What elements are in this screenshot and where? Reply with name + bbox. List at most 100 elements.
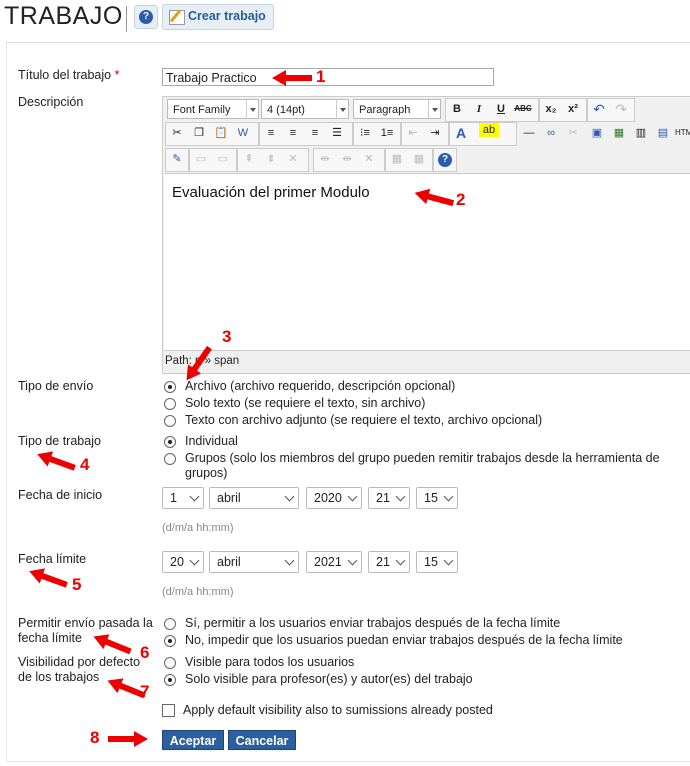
insert-col-after-icon[interactable]: ⇹ — [337, 149, 357, 169]
flash-icon[interactable]: ▤ — [653, 123, 673, 143]
apply-visibility-label: Apply default visibility also to sumissi… — [183, 703, 493, 717]
annotation-number-6: 6 — [140, 643, 150, 662]
rich-text-editor: Font Family 4 (14pt) Paragraph B I U ABC… — [162, 96, 690, 374]
radio-visibility-teachers[interactable] — [164, 674, 176, 686]
option-visibility-all: Visible para todos los usuarios — [185, 655, 355, 669]
indent-icon[interactable]: ⇥ — [425, 123, 445, 143]
superscript-icon[interactable]: x² — [563, 99, 583, 119]
text-color-icon[interactable]: A — [451, 123, 471, 143]
insert-row-before-icon[interactable]: ⇞ — [239, 149, 259, 169]
insert-row-after-icon[interactable]: ⇟ — [261, 149, 281, 169]
page-title: TRABAJO — [4, 2, 123, 30]
strikethrough-icon[interactable]: ABC — [513, 99, 533, 119]
align-justify-icon[interactable]: ☰ — [327, 123, 347, 143]
annotation-number-4: 4 — [80, 455, 90, 474]
delete-row-icon[interactable]: ✕ — [283, 149, 303, 169]
merge-cell-icon[interactable]: ▦ — [409, 149, 429, 169]
visibility-label: Visibilidad por defecto de los trabajos — [18, 655, 141, 684]
outdent-icon[interactable]: ⇤ — [403, 123, 423, 143]
align-center-icon[interactable]: ≡ — [283, 123, 303, 143]
html-icon[interactable]: HTML — [675, 123, 690, 143]
option-work-groups: Grupos (solo los miembros del grupo pued… — [185, 451, 660, 480]
end-day-select[interactable]: 20 — [162, 551, 204, 573]
annotation-number-5: 5 — [72, 575, 82, 594]
radio-work-individual[interactable] — [164, 436, 176, 448]
end-month-select[interactable]: abril — [209, 551, 299, 573]
start-date-hint: (d/m/a hh:mm) — [162, 522, 234, 534]
option-work-individual: Individual — [185, 434, 238, 448]
numbered-list-icon[interactable]: 1≡ — [377, 123, 397, 143]
title-label: Título del trabajo * — [18, 68, 120, 82]
horizontal-rule-icon[interactable]: — — [519, 123, 539, 143]
annotation-arrow-1 — [272, 70, 312, 86]
align-right-icon[interactable]: ≡ — [305, 123, 325, 143]
create-work-button[interactable]: Crear trabajo — [162, 4, 274, 30]
option-submission-text: Solo texto (se requiere el texto, sin ar… — [185, 396, 426, 410]
editor-help-icon[interactable]: ? — [435, 149, 455, 169]
end-date-label: Fecha límite — [18, 552, 87, 566]
annotation-arrow-8 — [108, 731, 148, 747]
start-day-select[interactable]: 1 — [162, 487, 204, 509]
font-family-select[interactable]: Font Family — [167, 99, 259, 119]
option-submission-text-file: Texto con archivo adjunto (se requiere e… — [185, 413, 543, 427]
radio-late-no[interactable] — [164, 635, 176, 647]
unlink-icon[interactable]: ✂ — [563, 123, 583, 143]
title-separator — [126, 6, 127, 32]
align-left-icon[interactable]: ≡ — [261, 123, 281, 143]
subscript-icon[interactable]: x₂ — [541, 99, 561, 119]
end-year-select[interactable]: 2021 — [306, 551, 362, 573]
media-icon[interactable]: ▦ — [609, 123, 629, 143]
end-hour-select[interactable]: 21 — [368, 551, 410, 573]
start-hour-select[interactable]: 21 — [368, 487, 410, 509]
help-icon: ? — [139, 10, 153, 24]
edit-table-icon[interactable]: ✎ — [167, 149, 187, 169]
annotation-number-3: 3 — [222, 327, 232, 346]
insert-col-before-icon[interactable]: ⇹ — [315, 149, 335, 169]
radio-visibility-all[interactable] — [164, 657, 176, 669]
bold-icon[interactable]: B — [447, 99, 467, 119]
italic-icon[interactable]: I — [469, 99, 489, 119]
undo-icon[interactable]: ↶ — [589, 99, 609, 119]
start-minute-select[interactable]: 15 — [416, 487, 458, 509]
late-submission-label: Permitir envío pasada la fecha límite — [18, 616, 153, 645]
image-icon[interactable]: ▣ — [587, 123, 607, 143]
link-icon[interactable]: ∞ — [541, 123, 561, 143]
title-input[interactable]: Trabajo Practico — [162, 68, 494, 86]
redo-icon[interactable]: ↷ — [611, 99, 631, 119]
font-size-select[interactable]: 4 (14pt) — [261, 99, 349, 119]
start-date-label: Fecha de inicio — [18, 488, 103, 502]
format-select[interactable]: Paragraph — [353, 99, 441, 119]
radio-submission-file[interactable] — [164, 381, 176, 393]
annotation-number-2: 2 — [456, 190, 466, 209]
annotation-number-7: 7 — [140, 682, 150, 701]
option-submission-file: Archivo (archivo requerido, descripción … — [185, 379, 456, 393]
radio-work-groups[interactable] — [164, 453, 176, 465]
split-cell-icon[interactable]: ▦ — [387, 149, 407, 169]
create-work-label: Crear trabajo — [188, 9, 266, 23]
delete-col-icon[interactable]: ✕ — [359, 149, 379, 169]
help-button[interactable]: ? — [134, 5, 158, 29]
end-minute-select[interactable]: 15 — [416, 551, 458, 573]
radio-submission-text-file[interactable] — [164, 415, 176, 427]
film-icon[interactable]: ▥ — [631, 123, 651, 143]
option-visibility-teachers: Solo visible para profesor(es) y autor(e… — [185, 672, 473, 686]
radio-late-yes[interactable] — [164, 618, 176, 630]
cancel-button[interactable]: Cancelar — [228, 730, 296, 750]
apply-visibility-checkbox[interactable] — [162, 704, 175, 717]
paste-icon[interactable]: 📋 — [211, 123, 231, 143]
accept-button[interactable]: Aceptar — [162, 730, 224, 750]
table-cell-icon[interactable]: ▭ — [213, 149, 233, 169]
bullet-list-icon[interactable]: ⁝≡ — [355, 123, 375, 143]
underline-icon[interactable]: U — [491, 99, 511, 119]
edit-icon — [169, 10, 185, 25]
annotation-number-1: 1 — [316, 67, 326, 86]
highlight-color-icon[interactable]: ab — [479, 123, 499, 137]
start-month-select[interactable]: abril — [209, 487, 299, 509]
cut-icon[interactable]: ✂ — [167, 123, 187, 143]
table-row-icon[interactable]: ▭ — [191, 149, 211, 169]
radio-submission-text[interactable] — [164, 398, 176, 410]
copy-icon[interactable]: ❐ — [189, 123, 209, 143]
paste-word-icon[interactable]: W — [233, 123, 253, 143]
option-late-no: No, impedir que los usuarios puedan envi… — [185, 633, 623, 647]
start-year-select[interactable]: 2020 — [306, 487, 362, 509]
